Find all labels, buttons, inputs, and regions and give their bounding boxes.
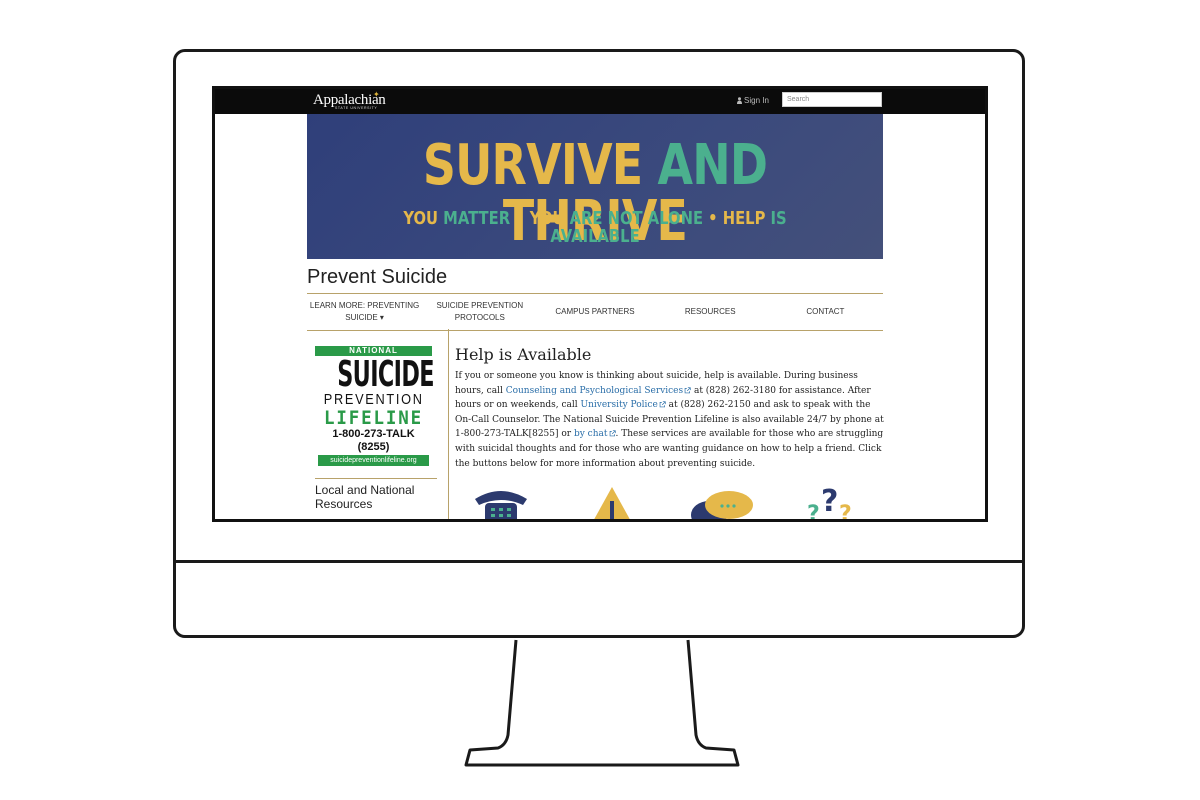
lifeline-prevention: PREVENTION <box>323 391 424 408</box>
svg-text:?: ? <box>839 502 852 522</box>
counseling-link[interactable]: Counseling and Psychological Services <box>506 386 691 396</box>
sidebar-heading[interactable]: Local and National Resources <box>315 483 440 511</box>
nav-item-label: CONTACT <box>806 307 845 316</box>
lifeline-lifeline: LIFELINE <box>324 407 423 429</box>
banner-sub-part: • HELP <box>703 208 771 229</box>
nav-item-contact[interactable]: CONTACT <box>768 306 883 318</box>
top-bar: Appalachian ✦ STATE UNIVERSITY Sign In S… <box>215 89 985 114</box>
logo-subtitle: STATE UNIVERSITY <box>335 106 378 110</box>
nav-item-label: SUICIDE PREVENTION <box>436 301 524 310</box>
page-title: Prevent Suicide <box>307 266 448 288</box>
main-paragraph: If you or someone you know is thinking a… <box>455 369 887 471</box>
nav-item-label: PROTOCOLS <box>454 313 505 322</box>
link-label: University Police <box>580 400 658 411</box>
nav-item-label: RESOURCES <box>684 307 736 316</box>
lifeline-logo[interactable]: NATIONAL SUICIDE PREVENTION LIFELINE 1-8… <box>315 346 434 466</box>
nav-item-label: LEARN MORE: PREVENTING <box>309 301 420 310</box>
lifeline-phone: 1-800-273-TALK (8255) <box>332 428 415 453</box>
nav-item-protocols[interactable]: SUICIDE PREVENTION PROTOCOLS <box>422 300 537 324</box>
nav-item-learn-more[interactable]: LEARN MORE: PREVENTING SUICIDE ▾ <box>307 300 422 324</box>
sidebar-separator <box>315 478 437 479</box>
nav-item-label: CAMPUS PARTNERS <box>555 307 635 316</box>
telephone-icon[interactable] <box>471 487 531 522</box>
external-link-icon <box>659 401 666 408</box>
section-nav: LEARN MORE: PREVENTING SUICIDE ▾ SUICIDE… <box>307 293 883 331</box>
nav-item-label: SUICIDE ▾ <box>345 313 384 322</box>
sidebar-divider <box>448 329 449 519</box>
banner-sub-part: YOU <box>403 208 444 229</box>
banner-subtitle: YOU MATTER • YOU ARE NOT ALONE • HELP IS… <box>359 210 831 246</box>
hero-banner: SURVIVE AND THRIVE YOU MATTER • YOU ARE … <box>307 114 883 259</box>
nav-item-resources[interactable]: RESOURCES <box>653 306 768 318</box>
search-input[interactable]: Search <box>782 92 882 107</box>
link-label: Counseling and Psychological Services <box>505 385 684 396</box>
external-link-icon <box>609 430 616 437</box>
university-police-link[interactable]: University Police <box>581 400 666 410</box>
main-heading: Help is Available <box>455 345 592 364</box>
banner-sub-part: MATTER <box>443 208 511 229</box>
logo-mark-icon: ✦ <box>373 90 380 99</box>
chat-link[interactable]: by chat <box>574 429 616 439</box>
lifeline-url: suicidepreventionlifeline.org <box>318 455 429 466</box>
sign-in-label: Sign In <box>744 96 769 105</box>
user-icon <box>737 97 742 104</box>
lifeline-suicide: SUICIDE <box>337 354 434 395</box>
chat-bubbles-icon[interactable] <box>689 489 759 522</box>
browser-screen: Appalachian ✦ STATE UNIVERSITY Sign In S… <box>212 86 988 522</box>
nav-item-campus-partners[interactable]: CAMPUS PARTNERS <box>537 306 652 318</box>
svg-text:?: ? <box>821 484 838 519</box>
question-marks-icon[interactable]: ? ? ? <box>805 481 865 522</box>
warning-icon[interactable] <box>589 485 635 522</box>
sign-in-link[interactable]: Sign In <box>737 96 769 105</box>
svg-text:?: ? <box>807 502 820 522</box>
link-label: by chat <box>573 429 608 440</box>
